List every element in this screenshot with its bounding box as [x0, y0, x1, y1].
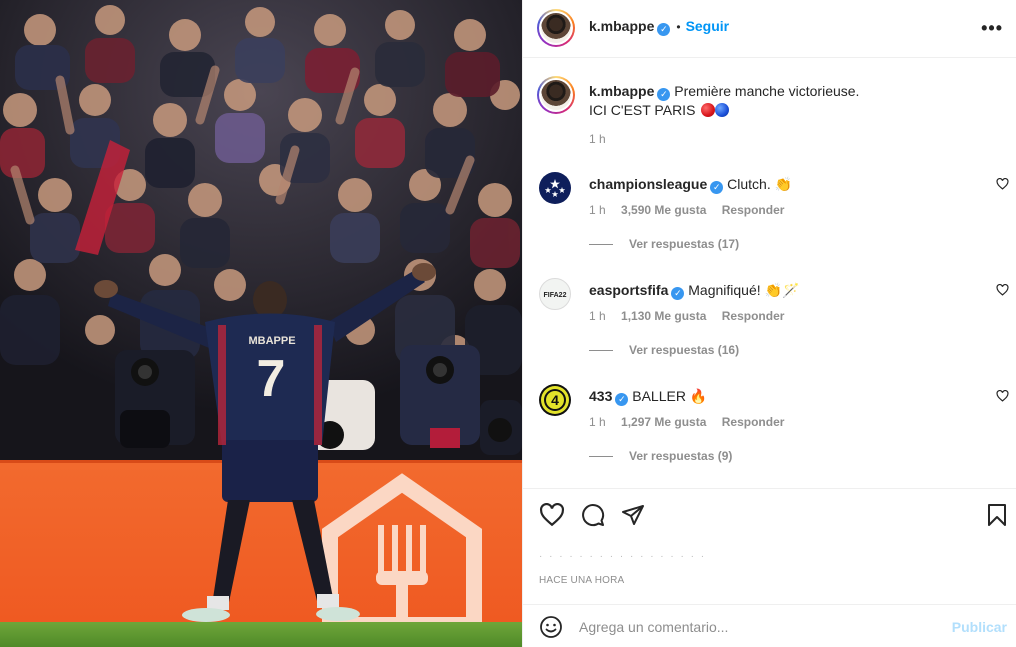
fifa-avatar-label: FIFA22 — [544, 292, 567, 299]
view-replies-label: Ver respuestas (16) — [629, 343, 740, 357]
comment-text-line: easportsfifa ✓ Magnifiqué! 👏🪄 — [589, 282, 799, 300]
comment-like-heart-icon[interactable] — [996, 284, 1009, 296]
player-figure: MBAPPE 7 — [94, 263, 436, 622]
reply-button[interactable]: Responder — [722, 309, 785, 323]
blue-circle-emoji-icon — [715, 103, 730, 117]
follow-button[interactable]: Seguir — [686, 18, 730, 34]
comment-text: Clutch. 👏 — [727, 176, 793, 192]
replies-line-divider — [589, 350, 613, 352]
433-avatar-label: 4 — [551, 392, 559, 408]
ucl-starball-icon[interactable] — [539, 172, 571, 204]
verified-badge-icon: ✓ — [710, 181, 724, 194]
comment-meta: 1 h 3,590 Me gusta Responder — [589, 203, 796, 217]
reply-button[interactable]: Responder — [722, 415, 785, 429]
caption-time[interactable]: 1 h — [589, 132, 606, 146]
comment-likes[interactable]: 1,297 Me gusta — [621, 415, 706, 429]
post-timestamp[interactable]: HACE UNA HORA — [539, 575, 624, 586]
comment-meta: 1 h 1,297 Me gusta Responder — [589, 415, 796, 429]
red-circle-emoji-icon — [701, 103, 716, 117]
comment-username[interactable]: 433 — [589, 388, 612, 404]
comment-item: FIFA22 easportsfifa ✓ Magnifiqué! 👏🪄 1 h … — [523, 278, 1016, 384]
jersey-name: MBAPPE — [248, 335, 295, 347]
comment-meta: 1 h 1,130 Me gusta Responder — [589, 309, 796, 323]
comment-like-heart-icon[interactable] — [996, 390, 1009, 402]
replies-line-divider — [589, 244, 613, 246]
view-replies-button[interactable]: Ver respuestas (16) — [589, 343, 739, 357]
comment-text-line: 433 ✓ BALLER 🔥 — [589, 388, 707, 406]
caption-username[interactable]: k.mbappe — [589, 83, 654, 99]
comment-item: 4 433 ✓ BALLER 🔥 1 h 1,297 Me gusta Respo… — [523, 384, 1016, 490]
view-replies-label: Ver respuestas (17) — [629, 237, 740, 251]
caption-text-block: k.mbappe ✓ Première manche victorieuse. I… — [589, 82, 989, 119]
view-replies-label: Ver respuestas (9) — [629, 449, 733, 463]
caption-line2: ICI C'EST PARIS — [589, 102, 696, 118]
fifa-logo-icon[interactable]: FIFA22 — [539, 278, 571, 310]
jersey-number: 7 — [257, 350, 286, 408]
verified-badge-icon: ✓ — [615, 393, 629, 406]
add-comment-input[interactable]: Agrega un comentario... — [579, 619, 728, 635]
view-replies-button[interactable]: Ver respuestas (9) — [589, 449, 732, 463]
liked-by-faded-line: · · · · · · · · · · · · · · · · · — [539, 551, 707, 557]
verified-badge-icon: ✓ — [671, 287, 685, 300]
comment-text-line: championsleague ✓ Clutch. 👏 — [589, 176, 792, 194]
add-comment-bar: Agrega un comentario... Publicar — [523, 604, 1016, 647]
verified-badge-icon: ✓ — [657, 88, 671, 101]
comment-item: championsleague ✓ Clutch. 👏 1 h 3,590 Me … — [523, 172, 1016, 278]
author-line: k.mbappe ✓ • Seguir — [589, 18, 729, 36]
view-replies-button[interactable]: Ver respuestas (17) — [589, 237, 739, 251]
action-bar — [523, 488, 1016, 538]
like-heart-icon[interactable] — [539, 503, 565, 527]
comment-time[interactable]: 1 h — [589, 415, 606, 429]
emoji-smile-icon[interactable] — [539, 615, 563, 639]
author-avatar[interactable] — [537, 9, 575, 47]
post-image[interactable]: MBAPPE 7 — [0, 0, 522, 647]
more-options-icon[interactable]: ••• — [981, 18, 1003, 39]
comment-likes[interactable]: 3,590 Me gusta — [621, 203, 706, 217]
433-logo-icon[interactable]: 4 — [539, 384, 571, 416]
share-paper-plane-icon[interactable] — [621, 503, 645, 527]
replies-line-divider — [589, 456, 613, 458]
comment-bubble-icon[interactable] — [581, 503, 605, 527]
author-username[interactable]: k.mbappe — [589, 18, 654, 34]
comment-time[interactable]: 1 h — [589, 203, 606, 217]
post-details-panel: k.mbappe ✓ • Seguir ••• k.mbappe ✓ Première … — [522, 0, 1016, 647]
comment-likes[interactable]: 1,130 Me gusta — [621, 309, 706, 323]
separator-dot: • — [676, 20, 681, 34]
comment-username[interactable]: championsleague — [589, 176, 707, 192]
comment-text: BALLER 🔥 — [632, 388, 708, 404]
reply-button[interactable]: Responder — [722, 203, 785, 217]
post-header: k.mbappe ✓ • Seguir ••• — [523, 0, 1016, 58]
comment-text: Magnifiqué! 👏🪄 — [688, 282, 800, 298]
caption-avatar[interactable] — [537, 76, 575, 114]
comment-like-heart-icon[interactable] — [996, 178, 1009, 190]
verified-badge-icon: ✓ — [657, 23, 671, 36]
save-bookmark-icon[interactable] — [987, 503, 1007, 527]
comment-username[interactable]: easportsfifa — [589, 282, 668, 298]
caption-text: Première manche victorieuse. — [674, 83, 860, 99]
publish-button[interactable]: Publicar — [952, 619, 1007, 635]
comment-time[interactable]: 1 h — [589, 309, 606, 323]
